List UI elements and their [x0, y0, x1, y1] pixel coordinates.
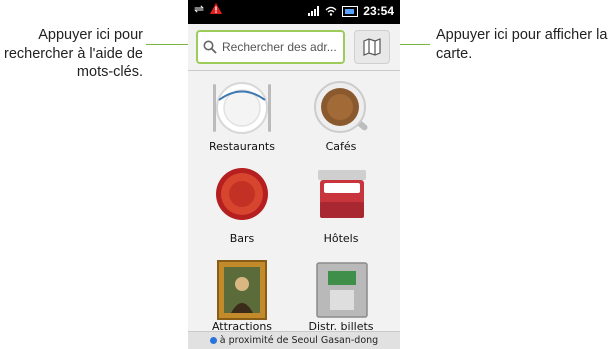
status-time: 23:54 — [363, 4, 394, 18]
category-cafes[interactable]: Cafés — [296, 80, 386, 153]
category-hotels[interactable]: Hôtels — [296, 166, 386, 245]
phone-screen: ⇌ 23:54 Rechercher des adr... Restaurant… — [188, 0, 400, 349]
coffee-cup-icon — [314, 81, 368, 133]
signal-icon — [308, 6, 320, 16]
plate-icon — [213, 82, 271, 134]
map-callout: Appuyer ici pour afficher la carte. — [436, 27, 608, 62]
map-callout-line — [396, 44, 430, 45]
map-button[interactable] — [354, 30, 390, 64]
category-label: Hôtels — [323, 232, 359, 245]
search-placeholder: Rechercher des adr... — [222, 40, 337, 54]
search-callout: Appuyer ici pour rechercher à l'aide de … — [4, 27, 143, 80]
usb-icon: ⇌ — [194, 2, 205, 16]
category-attractions[interactable]: Attractions — [197, 260, 287, 333]
category-restaurants[interactable]: Restaurants — [197, 80, 287, 153]
search-callout-line — [146, 44, 192, 45]
category-label: Cafés — [325, 140, 357, 153]
alert-icon — [210, 3, 222, 14]
divider — [188, 70, 400, 71]
painting-icon — [217, 260, 267, 320]
category-bars[interactable]: Bars — [197, 166, 287, 245]
category-label: Bars — [229, 232, 255, 245]
status-bar: ⇌ 23:54 — [188, 0, 400, 24]
location-text: à proximité de Seoul Gasan-dong — [219, 335, 379, 346]
battery-icon — [342, 5, 359, 17]
atm-icon — [316, 262, 368, 318]
wifi-icon — [325, 6, 337, 16]
bed-icon — [318, 170, 366, 218]
location-dot-icon — [209, 337, 217, 344]
category-label: Restaurants — [209, 140, 275, 153]
search-input[interactable]: Rechercher des adr... — [196, 30, 345, 64]
search-icon — [203, 40, 217, 54]
bottle-cap-icon — [216, 168, 268, 220]
location-footer: à proximité de Seoul Gasan-dong — [188, 331, 400, 349]
map-icon — [363, 38, 381, 56]
category-atm[interactable]: Distr. billets — [296, 260, 386, 333]
